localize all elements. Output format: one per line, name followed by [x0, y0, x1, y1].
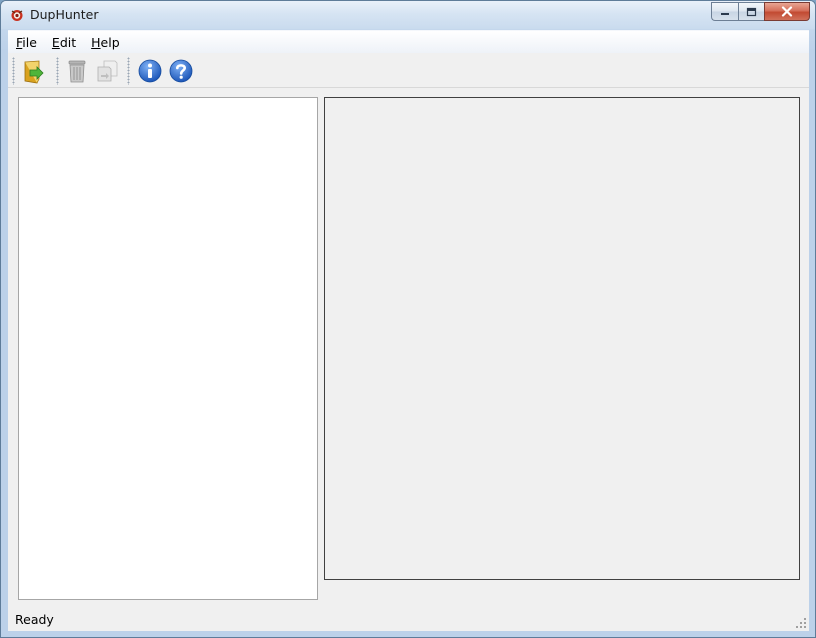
toolbar-separator [56, 57, 59, 85]
folder-list-pane[interactable] [18, 97, 318, 600]
toolbar [8, 53, 809, 88]
client-area: Ready [8, 53, 809, 631]
app-window: DupHunter File Edit Help Ready [0, 0, 816, 638]
status-bar: Ready [8, 608, 809, 631]
caption-buttons [711, 2, 810, 21]
menu-help[interactable]: Help [91, 34, 120, 51]
menu-file-label: ile [22, 34, 37, 50]
status-text: Ready [15, 612, 54, 627]
menu-edit[interactable]: Edit [52, 34, 76, 51]
open-folder-icon [24, 60, 44, 84]
minimize-icon [721, 12, 729, 15]
menu-edit-accel: E [51, 34, 60, 50]
open-folder-button[interactable] [20, 57, 48, 85]
close-button[interactable] [764, 2, 810, 21]
minimize-button[interactable] [711, 2, 738, 21]
help-button[interactable] [167, 57, 195, 85]
about-button[interactable] [136, 57, 164, 85]
move-file-button[interactable] [93, 57, 121, 85]
delete-button[interactable] [63, 57, 91, 85]
info-icon [138, 59, 162, 83]
menu-edit-label: dit [59, 34, 77, 50]
maximize-icon [746, 7, 757, 16]
app-logo-icon [11, 10, 23, 21]
menu-help-label: elp [100, 34, 120, 50]
window-frame-bottom [1, 631, 815, 637]
title-bar[interactable]: DupHunter [1, 1, 815, 29]
resize-grip-icon[interactable] [796, 618, 807, 629]
menu-help-accel: H [91, 34, 101, 50]
toolbar-separator-2 [127, 57, 130, 85]
trash-icon [68, 60, 86, 83]
toolbar-grip[interactable] [12, 57, 15, 85]
close-icon [781, 6, 793, 17]
window-title: DupHunter [30, 7, 99, 22]
help-icon [169, 59, 193, 83]
maximize-button[interactable] [738, 2, 764, 21]
results-pane[interactable] [324, 97, 800, 580]
menu-bar: File Edit Help [8, 30, 809, 53]
menu-file[interactable]: File [16, 34, 37, 51]
move-file-icon [97, 60, 118, 82]
